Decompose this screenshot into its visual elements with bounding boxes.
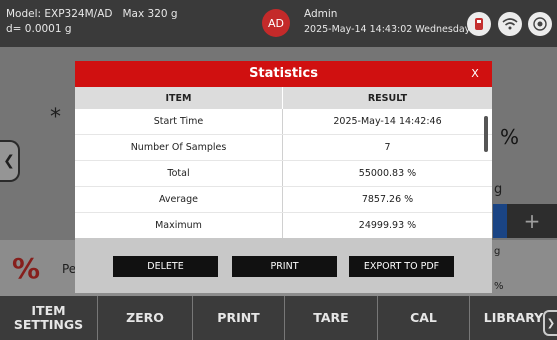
bottom-nav: ITEM SETTINGS ZERO PRINT TARE CAL LIBRAR… [0,296,557,340]
avatar[interactable]: AD [262,9,290,37]
datetime-label: 2025-May-14 14:43:02 Wednesday [304,24,471,35]
screen: Model: EXP324M/AD Max 320 g d= 0.0001 g A… [0,0,557,340]
print-report-button[interactable]: PRINT [232,256,337,277]
table-row: Total 55000.83 % [75,161,492,187]
resolution-label: d= 0.0001 g [6,23,72,35]
column-header-result: RESULT [367,92,408,104]
dialog-title: Statistics [249,66,318,81]
cell-result: 24999.93 % [358,220,417,231]
model-label: Model: EXP324M/AD Max 320 g [6,8,178,20]
target-icon[interactable] [528,12,552,36]
top-bar: Model: EXP324M/AD Max 320 g d= 0.0001 g A… [0,0,557,47]
table-header: ITEM RESULT [75,87,492,109]
scale-info: Model: EXP324M/AD Max 320 g d= 0.0001 g [6,7,178,37]
print-button[interactable]: PRINT [193,296,285,340]
wifi-icon[interactable] [498,12,522,36]
table-row: Number Of Samples 7 [75,135,492,161]
dialog-header: Statistics X [75,61,492,87]
export-pdf-button[interactable]: EXPORT TO PDF [349,256,454,277]
cell-item: Number Of Samples [75,135,283,160]
cell-item: Maximum [75,213,283,238]
zero-button[interactable]: ZERO [98,296,193,340]
table-scrollbar[interactable] [484,116,488,152]
cell-item: Start Time [75,109,283,134]
cell-result: 7 [384,142,391,153]
item-settings-button[interactable]: ITEM SETTINGS [0,296,98,340]
tare-button[interactable]: TARE [285,296,378,340]
delete-button[interactable]: DELETE [113,256,218,277]
user-name: Admin [304,8,338,20]
column-header-item: ITEM [75,87,283,109]
table-row: Maximum 24999.93 % [75,213,492,238]
statistics-table[interactable]: Start Time 2025-May-14 14:42:46 Number Of… [75,109,492,238]
statistics-dialog: Statistics X ITEM RESULT Start Time 2025-… [75,61,492,293]
table-row: Average 7857.26 % [75,187,492,213]
chevron-right-icon[interactable]: ❯ [543,310,557,336]
dialog-actions: DELETE PRINT EXPORT TO PDF [75,238,492,293]
table-row: Start Time 2025-May-14 14:42:46 [75,109,492,135]
user-info: Admin 2025-May-14 14:43:02 Wednesday [304,7,470,37]
close-button[interactable]: X [465,61,485,87]
cell-result: 7857.26 % [361,194,414,205]
cell-item: Total [75,161,283,186]
cell-result: 2025-May-14 14:42:46 [333,116,442,127]
cal-button[interactable]: CAL [378,296,470,340]
cell-item: Average [75,187,283,212]
cell-result: 55000.83 % [358,168,417,179]
usb-icon[interactable] [467,12,491,36]
